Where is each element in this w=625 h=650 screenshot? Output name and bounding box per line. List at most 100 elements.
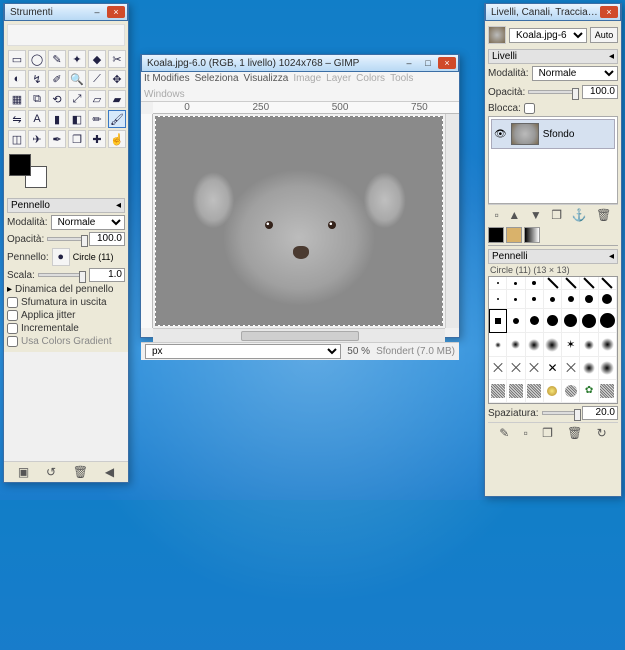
tool-free-select[interactable]: ✎ [48, 50, 66, 68]
zoom-value[interactable]: 50 % [347, 346, 370, 357]
unit-select[interactable]: px [145, 344, 341, 359]
brush-item[interactable] [599, 290, 617, 309]
brush-item[interactable] [562, 380, 580, 403]
spacing-slider[interactable] [542, 411, 579, 415]
jitter-checkbox[interactable] [7, 310, 18, 321]
tool-crop[interactable]: ⧉ [28, 90, 46, 108]
brush-item[interactable] [526, 380, 544, 403]
brush-item[interactable] [489, 277, 507, 290]
close-icon[interactable]: × [600, 6, 618, 18]
tool-text[interactable]: A [28, 110, 46, 128]
opacity-slider[interactable] [47, 237, 86, 241]
brushes-header[interactable]: Pennelli ◂ [488, 249, 618, 264]
brush-item[interactable] [562, 277, 580, 290]
menu-windows[interactable]: Windows [144, 89, 185, 100]
fg-color[interactable] [9, 154, 31, 176]
menu-selection[interactable]: Seleziona [195, 73, 239, 84]
brush-item[interactable] [562, 290, 580, 309]
anchor-layer-icon[interactable]: ⚓ [572, 208, 587, 222]
brush-item[interactable] [580, 333, 598, 356]
image-titlebar[interactable]: Koala.jpg-6.0 (RGB, 1 livello) 1024x768 … [141, 54, 459, 72]
auto-button[interactable]: Auto [590, 27, 618, 43]
tool-eraser[interactable]: ◫ [8, 130, 26, 148]
tool-heal[interactable]: ✚ [88, 130, 106, 148]
opacity-value[interactable]: 100.0 [89, 232, 125, 246]
tool-perspective[interactable]: ▰ [108, 90, 126, 108]
delete-brush-icon[interactable]: 🗑 [567, 426, 582, 440]
menu-layer[interactable]: Layer [326, 73, 351, 84]
tool-align[interactable]: ▦ [8, 90, 26, 108]
tool-zoom[interactable]: 🔍 [68, 70, 86, 88]
restore-options-icon[interactable]: ↺ [46, 465, 56, 479]
tool-scale[interactable]: ⤢ [68, 90, 86, 108]
tool-paths[interactable]: ↯ [28, 70, 46, 88]
toolbox-titlebar[interactable]: Strumenti – × [4, 3, 128, 21]
brush-item[interactable] [526, 290, 544, 309]
brush-item[interactable]: ✿ [580, 380, 598, 403]
brush-item[interactable] [526, 333, 544, 356]
expand-icon[interactable]: ▸ [7, 284, 12, 295]
tool-shear[interactable]: ▱ [88, 90, 106, 108]
minimize-icon[interactable]: – [400, 57, 418, 69]
tool-pencil[interactable]: ✏ [88, 110, 106, 128]
tab-menu-icon[interactable]: ◂ [609, 251, 614, 262]
tool-rotate[interactable]: ⟲ [48, 90, 66, 108]
brush-options-header[interactable]: Pennello ◂ [7, 198, 125, 213]
eye-icon[interactable]: 👁 [494, 129, 507, 140]
brush-item[interactable] [526, 309, 544, 333]
raise-layer-icon[interactable]: ▲ [508, 208, 520, 222]
brush-item[interactable] [489, 380, 507, 403]
dock-titlebar[interactable]: Livelli, Canali, Tracciati, Annulla - P.… [485, 3, 621, 21]
layer-row[interactable]: 👁 Sfondo [491, 119, 615, 149]
brush-item[interactable] [489, 333, 507, 356]
minimize-icon[interactable]: – [88, 6, 106, 18]
brush-item[interactable] [489, 357, 507, 380]
tool-rect-select[interactable]: ▭ [8, 50, 26, 68]
tool-fuzzy-select[interactable]: ✦ [68, 50, 86, 68]
tool-ellipse-select[interactable]: ◯ [28, 50, 46, 68]
menu-tools[interactable]: Tools [390, 73, 413, 84]
layer-opacity-slider[interactable] [528, 90, 579, 94]
brush-item[interactable] [489, 290, 507, 309]
brush-item[interactable] [507, 290, 525, 309]
spacing-value[interactable]: 20.0 [582, 406, 618, 420]
brush-item[interactable] [580, 309, 598, 333]
menu-modifies[interactable]: It Modifies [144, 73, 190, 84]
delete-layer-icon[interactable]: 🗑 [596, 208, 611, 222]
lock-alpha-checkbox[interactable] [524, 103, 535, 114]
maximize-icon[interactable]: □ [419, 57, 437, 69]
brush-item[interactable]: ✶ [562, 333, 580, 356]
gradient-checkbox[interactable] [7, 336, 18, 347]
scale-slider[interactable] [38, 273, 86, 277]
brush-item[interactable] [599, 277, 617, 290]
new-brush-icon[interactable]: ▫ [524, 426, 528, 440]
layers-header[interactable]: Livelli ◂ [488, 49, 618, 64]
tool-bucket[interactable]: ▮ [48, 110, 66, 128]
tool-blend[interactable]: ◧ [68, 110, 86, 128]
reset-options-icon[interactable]: ◀ [105, 465, 114, 479]
layer-opacity-value[interactable]: 100.0 [582, 85, 618, 99]
brush-item-selected[interactable] [489, 309, 507, 333]
brush-item[interactable]: ✕ [544, 357, 562, 380]
brush-item[interactable] [562, 309, 580, 333]
tool-measure[interactable]: ⟋ [88, 70, 106, 88]
brush-item[interactable] [544, 309, 562, 333]
brush-item[interactable] [526, 357, 544, 380]
refresh-brush-icon[interactable]: ↻ [597, 426, 607, 440]
brush-preview[interactable]: ● [52, 248, 70, 266]
tool-airbrush[interactable]: ✈ [28, 130, 46, 148]
menu-image[interactable]: Image [293, 73, 321, 84]
brush-item[interactable] [544, 380, 562, 403]
tool-scissors[interactable]: ✂ [108, 50, 126, 68]
tab-black[interactable] [488, 227, 504, 243]
brush-item[interactable] [599, 309, 617, 333]
save-options-icon[interactable]: ▣ [18, 465, 29, 479]
brush-item[interactable] [599, 357, 617, 380]
brush-item[interactable] [580, 357, 598, 380]
fg-bg-color[interactable] [9, 154, 59, 194]
brush-item[interactable] [507, 380, 525, 403]
brush-item[interactable] [507, 277, 525, 290]
brush-item[interactable] [507, 309, 525, 333]
tab-pattern[interactable] [506, 227, 522, 243]
edit-brush-icon[interactable]: ✎ [499, 426, 509, 440]
